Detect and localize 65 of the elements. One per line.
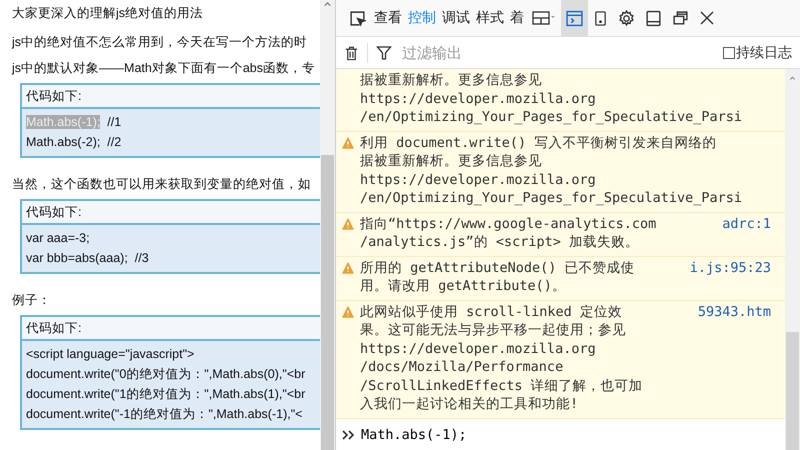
persist-log-checkbox[interactable]: 持续日志 (723, 44, 792, 62)
console-message-line: 指向“https://www.google-analytics.com (360, 214, 658, 233)
settings-icon (618, 10, 635, 26)
devtools-tab[interactable]: 查看 (371, 0, 405, 36)
console-input[interactable]: Math.abs(-1); (361, 427, 661, 443)
filter-field[interactable]: 过滤输出 (400, 42, 715, 62)
source-link[interactable]: 59343.htm (698, 302, 785, 414)
code-header: 代码如下: (22, 85, 320, 109)
devtools-tab[interactable]: 样式 (473, 0, 507, 36)
phone-icon (593, 10, 608, 26)
article-paragraph: 当然，这个函数也可以用来获取到变量的绝对值，如 (12, 176, 312, 193)
console-message-line: 果。这可能无法与异步平移一起使用；参见 (360, 321, 627, 340)
article-title: 大家更深入的理解js绝对值的用法 (12, 5, 204, 22)
code-text: //1 (106, 115, 122, 129)
console-scrollbar[interactable] (785, 69, 800, 450)
source-link[interactable]: i.js:95:23 (690, 258, 785, 296)
page-scrollbar[interactable] (320, 0, 335, 450)
selected-code-text: Math.abs(-1); (26, 115, 100, 129)
article-paragraph: js中的绝对值不怎么常用到，今天在写一个方法的时 (12, 34, 308, 51)
console-panel-icon (566, 10, 583, 26)
console-message-line: 利用 document.write() 写入不平衡树引发来自网络的 (360, 134, 718, 152)
console-message-line: /en/Optimizing_Your_Pages_for_Speculative_Parsi (360, 189, 744, 208)
console-message-line: 据被重新解析。更多信息参见 (360, 71, 543, 90)
warning-icon (342, 218, 354, 230)
console-message-line: https://developer.mozilla.org (360, 90, 597, 108)
split-layout-icon (532, 10, 556, 26)
code-text: var aaa=-3; (26, 231, 90, 245)
scroll-up-icon (323, 0, 332, 9)
code-header: 代码如下: (22, 317, 320, 341)
code-text: document.write("-1的绝对值为：",Math.abs(-1),"< (26, 407, 302, 421)
code-header: 代码如下: (22, 201, 320, 225)
console-message-line: /ScrollLinkedEffects 详细了解，也可加 (360, 376, 644, 395)
separate-window-icon (672, 10, 689, 26)
warning-icon (342, 262, 354, 274)
devtools-tab[interactable]: 调试 (439, 0, 473, 36)
article-paragraph: js中的默认对象——Math对象下面有一个abs函数，专 (12, 60, 316, 77)
scroll-up-icon (788, 75, 797, 82)
console-message-line: 此网站似乎使用 scroll-linked 定位效 (360, 302, 623, 321)
filter-icon (376, 44, 392, 60)
prompt-icon (341, 429, 355, 441)
code-text: var bbb=abs(aaa); //3 (26, 251, 149, 265)
warning-icon (342, 136, 354, 148)
trash-icon (344, 44, 359, 60)
code-text: Math.abs(-2); //2 (26, 135, 122, 149)
console-message-line: 据被重新解析。更多信息参见 (360, 152, 543, 170)
console-message-line: /en/Optimizing_Your_Pages_for_Speculative_Parsi (360, 108, 744, 126)
devtools-tab[interactable]: 控制 (405, 0, 439, 36)
console-message-line: https://developer.mozilla.org (360, 340, 597, 358)
console-message-line: 用。请改用 getAttribute()。 (360, 277, 567, 296)
dock-bottom-icon (645, 10, 662, 26)
console-message-line: /docs/Mozilla/Performance (360, 358, 564, 376)
picker-icon (349, 10, 366, 26)
code-text: document.write("1的绝对值为：",Math.abs(1),"<br (26, 387, 306, 401)
console-message-line: 入我们一起讨论相关的工具和功能! (360, 395, 580, 414)
console-message-line: https://developer.mozilla.org (360, 170, 597, 189)
code-text: document.write("0的绝对值为：",Math.abs(0),"<br (26, 367, 306, 381)
warning-icon (342, 306, 354, 318)
devtools-tab[interactable]: 着 (507, 0, 527, 36)
article-paragraph: 例子： (12, 292, 52, 309)
close-icon (699, 10, 715, 26)
checkbox[interactable] (723, 46, 735, 58)
console-message-line: 所用的 getAttributeNode() 已不赞成使 (360, 258, 636, 277)
code-text: <script language="javascript"> (26, 347, 194, 361)
console-message-line: /analytics.js”的 <script> 加载失败。 (360, 233, 640, 252)
source-link[interactable]: adrc:1 (722, 214, 785, 252)
